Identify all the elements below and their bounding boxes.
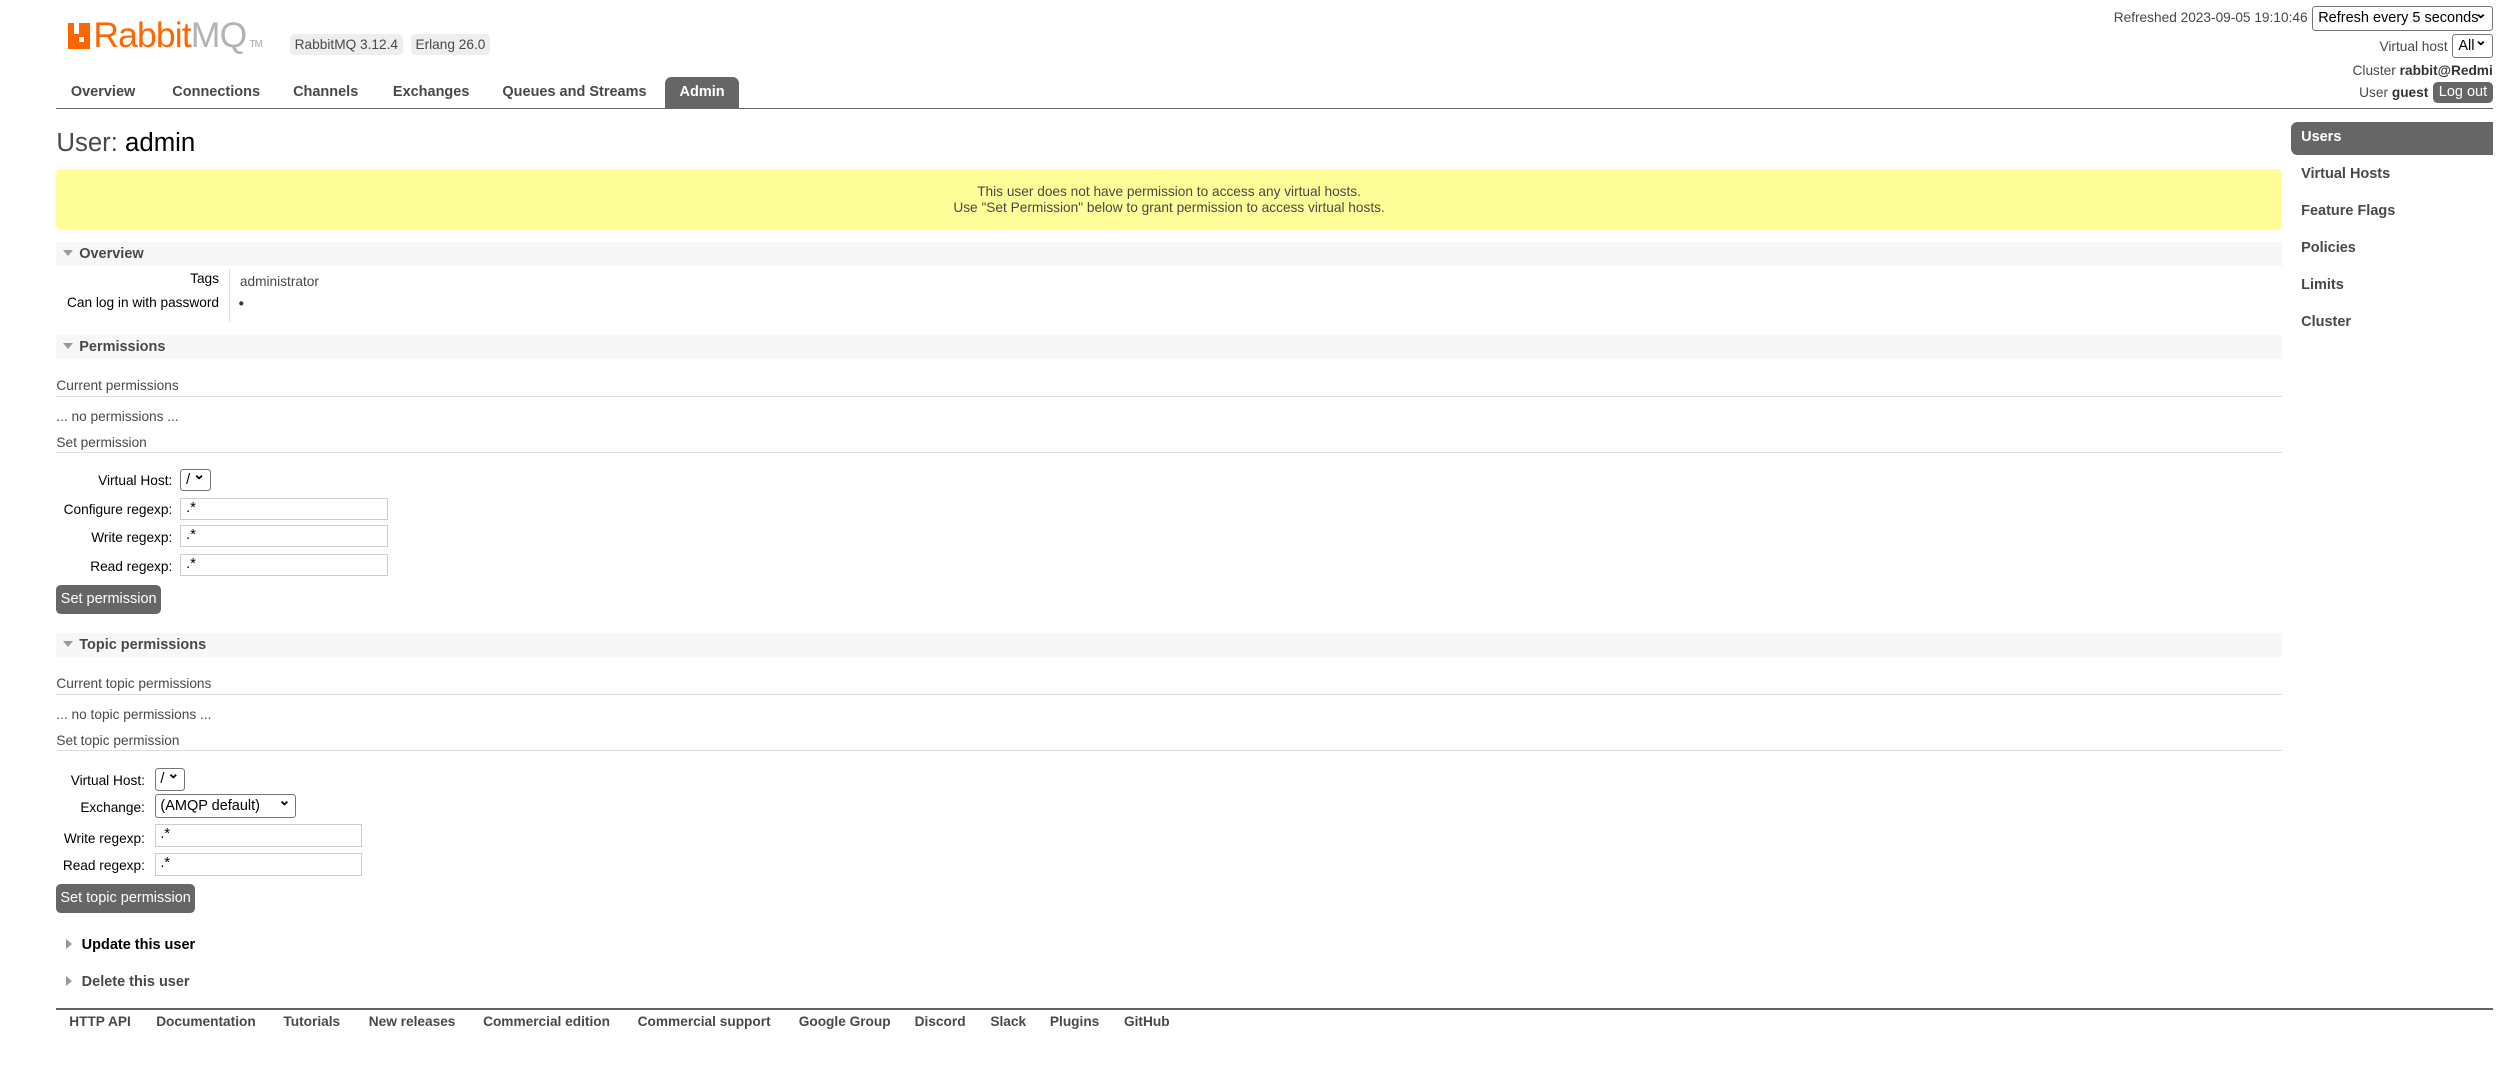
update-user-section[interactable]: Update this user — [66, 937, 195, 953]
footer-link-google-group[interactable]: Google Group — [799, 1014, 891, 1029]
erlang-badge: Erlang 26.0 — [410, 33, 491, 56]
logout-button[interactable]: Log out — [2433, 82, 2493, 104]
read-regexp-label: Read regexp: — [90, 558, 173, 574]
tab-channels[interactable]: Channels — [293, 84, 358, 100]
page-title: User: admin — [56, 128, 196, 157]
exchange-select[interactable]: (AMQP default) — [154, 790, 297, 819]
footer-link-http-api[interactable]: HTTP API — [69, 1014, 131, 1029]
tags-label: Tags — [190, 270, 219, 286]
cluster-info: Cluster rabbit@Redmi — [2352, 62, 2493, 78]
topic-write-regexp-input[interactable]: .* — [154, 824, 363, 847]
tab-overview[interactable]: Overview — [71, 84, 135, 100]
topic-read-regexp-label: Read regexp: — [62, 858, 145, 874]
footer-divider — [56, 1008, 2493, 1010]
tab-exchanges[interactable]: Exchanges — [393, 84, 469, 100]
overview-divider — [228, 268, 231, 323]
overview-section-header[interactable]: Overview — [56, 241, 2282, 266]
perm-vhost-label: Virtual Host: — [98, 473, 173, 489]
user-name: guest — [2391, 85, 2429, 101]
read-regexp-input[interactable]: .* — [180, 553, 389, 577]
footer-link-plugins[interactable]: Plugins — [1050, 1014, 1099, 1029]
login-password-label: Can log in with password — [67, 294, 219, 310]
topic-vhost-select[interactable]: / — [154, 764, 186, 791]
footer-link-discord[interactable]: Discord — [915, 1014, 966, 1029]
current-topic-permissions-heading: Current topic permissions — [56, 676, 2282, 696]
write-regexp-input[interactable]: .* — [180, 524, 389, 548]
topic-read-regexp-input[interactable]: .* — [154, 853, 363, 876]
delete-user-section[interactable]: Delete this user — [66, 974, 190, 990]
tabs-divider — [56, 107, 2493, 110]
rabbitmq-logo[interactable]: RabbitMQ TM — [67, 16, 263, 65]
write-regexp-label: Write regexp: — [91, 529, 173, 545]
sidebar-item-cluster[interactable]: Cluster — [2301, 314, 2351, 330]
footer-link-commercial-support[interactable]: Commercial support — [638, 1014, 771, 1029]
collapse-triangle-icon — [62, 343, 73, 349]
collapse-triangle-icon — [62, 249, 73, 256]
user-info: User guest — [2359, 85, 2429, 101]
set-permission-button[interactable]: Set permission — [56, 584, 162, 614]
no-permissions-text: ... no permissions ... — [56, 409, 179, 425]
footer-link-github[interactable]: GitHub — [1124, 1014, 1170, 1029]
tab-connections[interactable]: Connections — [172, 84, 260, 100]
tab-admin[interactable]: Admin — [665, 77, 740, 108]
sidebar-item-users[interactable]: Users — [2301, 129, 2341, 145]
set-topic-permission-heading: Set topic permission — [56, 733, 2282, 752]
set-permission-heading: Set permission — [56, 435, 2282, 454]
no-vhost-warning: This user does not have permission to ac… — [56, 169, 2282, 231]
current-permissions-heading: Current permissions — [56, 378, 2282, 398]
sidebar-item-feature-flags[interactable]: Feature Flags — [2301, 203, 2395, 219]
set-topic-permission-button[interactable]: Set topic permission — [56, 884, 195, 914]
footer-link-documentation[interactable]: Documentation — [156, 1014, 256, 1029]
configure-regexp-label: Configure regexp: — [63, 502, 173, 518]
no-topic-permissions-text: ... no topic permissions ... — [56, 706, 212, 722]
footer-link-tutorials[interactable]: Tutorials — [283, 1014, 340, 1029]
version-badge: RabbitMQ 3.12.4 — [289, 33, 403, 56]
tags-value: administrator — [239, 273, 319, 289]
footer-link-new-releases[interactable]: New releases — [369, 1014, 456, 1029]
topic-write-regexp-label: Write regexp: — [63, 830, 145, 846]
permissions-section-header[interactable]: Permissions — [56, 334, 2282, 360]
refresh-interval-select[interactable]: Refresh every 5 seconds — [2312, 3, 2493, 31]
expand-triangle-icon — [66, 976, 72, 987]
sidebar-item-limits[interactable]: Limits — [2301, 277, 2344, 293]
login-password-value: ● — [238, 297, 245, 309]
exchange-label: Exchange: — [80, 800, 145, 816]
collapse-triangle-icon — [62, 641, 73, 647]
rabbit-logo-icon — [67, 22, 91, 49]
virtual-host-select[interactable]: All — [2452, 30, 2493, 58]
footer-link-slack[interactable]: Slack — [990, 1014, 1026, 1029]
virtual-host-label: Virtual host — [2379, 38, 2448, 54]
topic-permissions-section-header[interactable]: Topic permissions — [56, 632, 2282, 657]
configure-regexp-input[interactable]: .* — [180, 497, 389, 521]
sidebar-item-virtual-hosts[interactable]: Virtual Hosts — [2301, 166, 2390, 182]
sidebar-item-policies[interactable]: Policies — [2301, 240, 2356, 256]
expand-triangle-icon — [66, 939, 72, 950]
refreshed-timestamp: Refreshed 2023-09-05 19:10:46 — [2113, 9, 2308, 25]
cluster-name: rabbit@Redmi — [2399, 62, 2493, 78]
footer-link-commercial-edition[interactable]: Commercial edition — [483, 1014, 610, 1029]
perm-vhost-select[interactable]: / — [180, 465, 211, 492]
topic-vhost-label: Virtual Host: — [70, 772, 145, 788]
tab-queues-and-streams[interactable]: Queues and Streams — [502, 84, 646, 100]
